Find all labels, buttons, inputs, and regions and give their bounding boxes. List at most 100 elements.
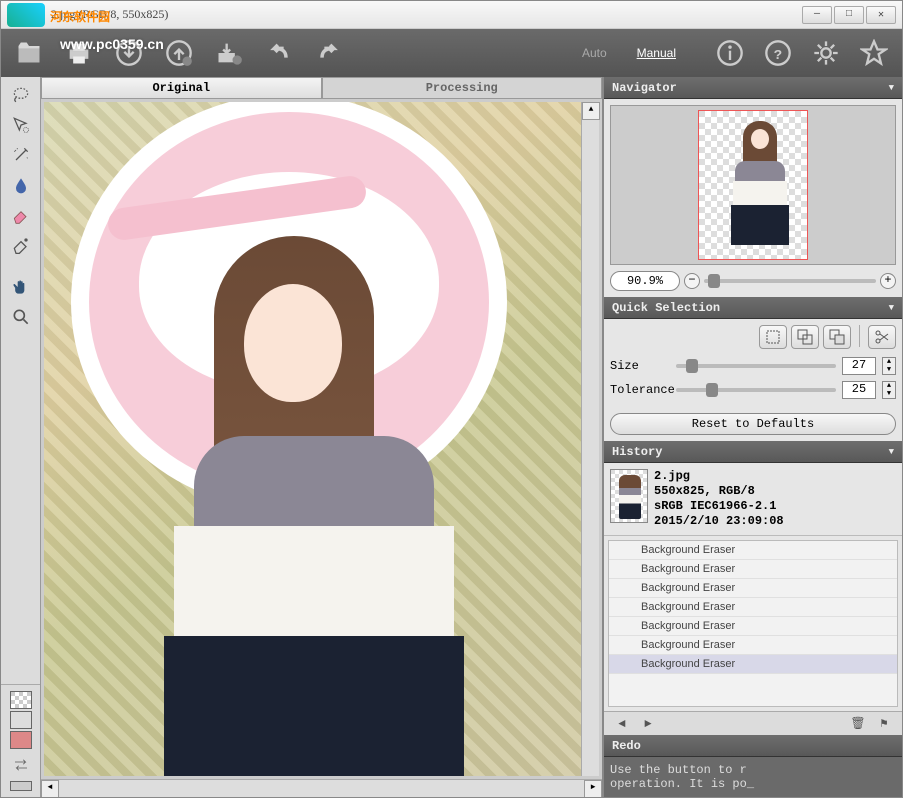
history-item[interactable]: Background Eraser	[609, 560, 897, 579]
history-footer: ◄ ► 🗑 ⚑	[604, 711, 902, 735]
svg-text:?: ?	[774, 48, 782, 64]
history-dimensions: 550x825, RGB/8	[654, 484, 784, 499]
tab-original[interactable]: Original	[41, 77, 322, 99]
horizontal-scrollbar[interactable]: ◄►	[41, 779, 602, 797]
zoom-in-button[interactable]: +	[880, 273, 896, 289]
scissors-button[interactable]	[868, 325, 896, 349]
navigator-panel: 90.9% − +	[604, 99, 902, 297]
history-item[interactable]: Background Eraser	[609, 655, 897, 674]
redo-button[interactable]	[311, 35, 347, 71]
history-file-info: 2.jpg 550x825, RGB/8 sRGB IEC61966-2.1 2…	[604, 463, 902, 536]
history-header[interactable]: History ▼	[604, 441, 902, 463]
tab-processing[interactable]: Processing	[322, 77, 603, 99]
history-delete-button[interactable]: 🗑	[848, 715, 868, 733]
app-logo-icon	[7, 3, 45, 27]
zoom-value[interactable]: 90.9%	[610, 271, 680, 291]
titlebar: 2.jpg (RGB/8, 550x825) — □ ✕	[1, 1, 902, 29]
help-button[interactable]: ?	[760, 35, 796, 71]
hand-tool[interactable]	[5, 273, 37, 301]
export-button[interactable]	[161, 35, 197, 71]
quick-select-tool[interactable]	[5, 111, 37, 139]
reset-defaults-button[interactable]: Reset to Defaults	[610, 413, 896, 435]
history-filename: 2.jpg	[654, 469, 784, 484]
tolerance-slider[interactable]	[676, 388, 836, 392]
history-item[interactable]: Background Eraser	[609, 617, 897, 636]
history-list[interactable]: Background EraserBackground EraserBackgr…	[608, 540, 898, 707]
redo-header[interactable]: Redo	[604, 735, 902, 757]
navigator-thumbnail	[698, 110, 808, 260]
history-flag-button[interactable]: ⚑	[874, 715, 894, 733]
maximize-button[interactable]: □	[834, 6, 864, 24]
right-panels: Navigator ▼ 90.9% − + Quick Selection ▼	[602, 77, 902, 797]
drop-tool[interactable]	[5, 171, 37, 199]
collapse-icon[interactable]: ▼	[889, 303, 894, 313]
transparency-swatch[interactable]	[10, 691, 32, 709]
redo-panel: Use the button to r operation. It is po_	[604, 757, 902, 797]
size-spinner[interactable]: ▲▼	[882, 357, 896, 375]
history-profile: sRGB IEC61966-2.1	[654, 499, 784, 514]
open-file-button[interactable]	[11, 35, 47, 71]
mode-auto[interactable]: Auto	[574, 42, 615, 64]
tolerance-value[interactable]: 25	[842, 381, 876, 399]
center-area: Original Processing ▲ ◄►	[41, 77, 602, 797]
undo-button[interactable]	[261, 35, 297, 71]
image-subject	[154, 236, 474, 776]
export-settings-button[interactable]	[211, 35, 247, 71]
close-button[interactable]: ✕	[866, 6, 896, 24]
main-toolbar: www.pc0359.cn Auto Manual ?	[1, 29, 902, 77]
tolerance-label: Tolerance	[610, 383, 670, 397]
zoom-slider[interactable]	[704, 279, 876, 283]
history-item[interactable]: Background Eraser	[609, 579, 897, 598]
collapse-icon[interactable]: ▼	[889, 83, 894, 93]
magic-wand-tool[interactable]	[5, 141, 37, 169]
settings-button[interactable]	[808, 35, 844, 71]
eraser-tool[interactable]	[5, 201, 37, 229]
navigator-title: Navigator	[612, 81, 677, 95]
zoom-tool[interactable]	[5, 303, 37, 331]
navigator-thumbnail-frame[interactable]	[610, 105, 896, 265]
tolerance-spinner[interactable]: ▲▼	[882, 381, 896, 399]
app-window: 2.jpg (RGB/8, 550x825) — □ ✕ 河东软件园 www.p…	[0, 0, 903, 798]
quick-selection-header[interactable]: Quick Selection ▼	[604, 297, 902, 319]
selection-add-button[interactable]	[791, 325, 819, 349]
minimize-button[interactable]: —	[802, 6, 832, 24]
color-swatch-3[interactable]	[10, 781, 32, 791]
window-title: 2.jpg (RGB/8, 550x825)	[51, 7, 802, 22]
zoom-out-button[interactable]: −	[684, 273, 700, 289]
view-tabs: Original Processing	[41, 77, 602, 99]
color-swatch-2[interactable]	[10, 731, 32, 749]
selection-subtract-button[interactable]	[823, 325, 851, 349]
mode-manual[interactable]: Manual	[629, 42, 684, 64]
redo-title: Redo	[612, 739, 641, 753]
swap-colors-icon[interactable]	[5, 751, 37, 779]
history-title: History	[612, 445, 662, 459]
lasso-tool[interactable]	[5, 81, 37, 109]
redo-hint-1: Use the button to r	[610, 763, 896, 777]
size-value[interactable]: 27	[842, 357, 876, 375]
info-button[interactable]	[712, 35, 748, 71]
collapse-icon[interactable]: ▼	[889, 447, 894, 457]
history-thumbnail	[610, 469, 648, 523]
history-item[interactable]: Background Eraser	[609, 541, 897, 560]
color-swatch-1[interactable]	[10, 711, 32, 729]
redo-hint-2: operation. It is po_	[610, 777, 896, 791]
background-eraser-tool[interactable]	[5, 231, 37, 259]
history-item[interactable]: Background Eraser	[609, 598, 897, 617]
size-label: Size	[610, 359, 670, 373]
body-area: Original Processing ▲ ◄► Navigator▼	[1, 77, 902, 797]
image-canvas[interactable]	[44, 102, 581, 776]
history-prev-button[interactable]: ◄	[612, 715, 632, 733]
tool-palette	[1, 77, 41, 797]
vertical-scrollbar[interactable]: ▲	[581, 102, 599, 776]
history-item[interactable]: Background Eraser	[609, 636, 897, 655]
watermark-url: www.pc0359.cn	[60, 36, 164, 52]
history-next-button[interactable]: ►	[638, 715, 658, 733]
navigator-header[interactable]: Navigator ▼	[604, 77, 902, 99]
quick-selection-title: Quick Selection	[612, 301, 720, 315]
history-panel: 2.jpg 550x825, RGB/8 sRGB IEC61966-2.1 2…	[604, 463, 902, 735]
quick-selection-panel: Size 27 ▲▼ Tolerance 25 ▲▼ Reset to Defa…	[604, 319, 902, 441]
size-slider[interactable]	[676, 364, 836, 368]
watermark-brand: 河东软件园	[50, 8, 110, 25]
selection-new-button[interactable]	[759, 325, 787, 349]
favorite-button[interactable]	[856, 35, 892, 71]
